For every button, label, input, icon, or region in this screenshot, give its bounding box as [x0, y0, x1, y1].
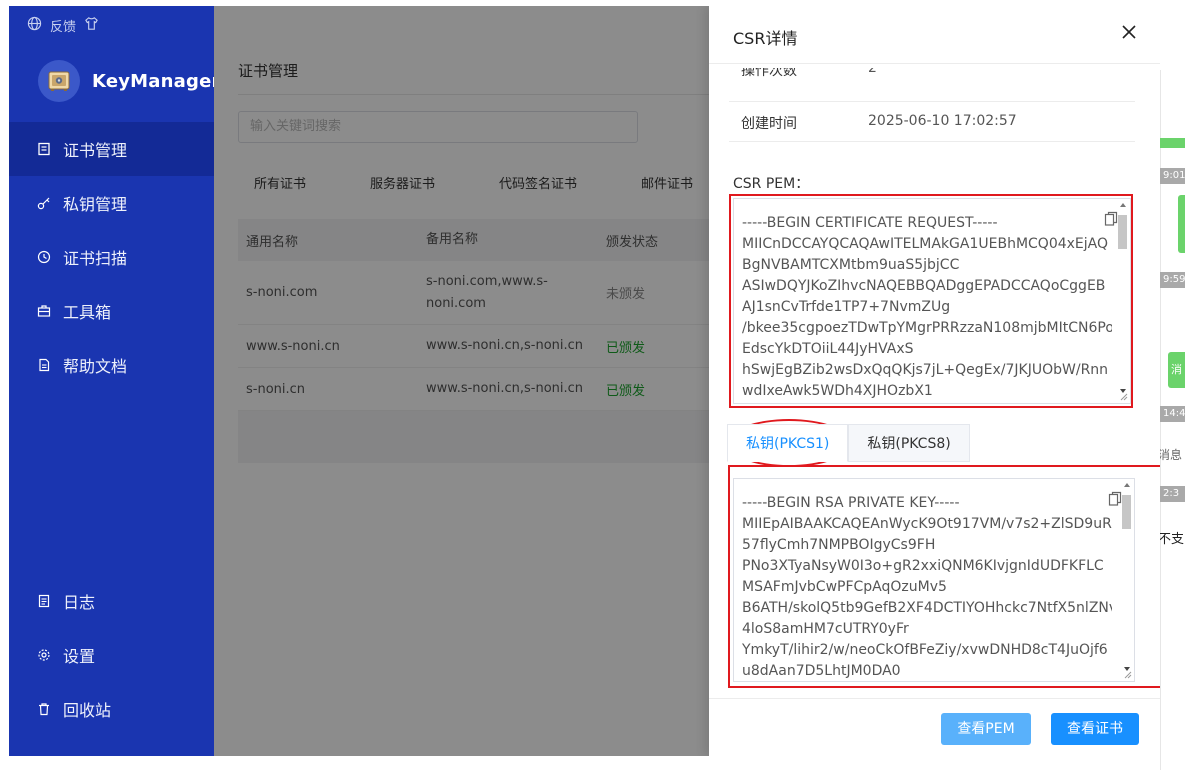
view-certificate-button[interactable]: 查看证书	[1051, 713, 1139, 745]
background-time-1: 9:01	[1160, 168, 1185, 184]
background-badge: 消	[1168, 352, 1185, 388]
code-line: -----BEGIN CERTIFICATE REQUEST-----	[742, 215, 998, 231]
safe-logo-icon	[38, 60, 80, 102]
scrollbar-thumb[interactable]	[1118, 215, 1127, 249]
certificate-icon	[38, 142, 50, 156]
toolbox-icon	[37, 305, 51, 317]
close-icon	[1122, 25, 1136, 39]
scroll-up-arrow[interactable]	[1120, 203, 1126, 207]
code-line: MSAFmJvbCwPFCpAqOzuMv5	[742, 579, 947, 595]
sidebar-item-toolbox[interactable]: 工具箱	[9, 284, 214, 338]
code-line: 4loS8amHM7cUTRY0yFr	[742, 621, 909, 637]
code-line: /bkee35cgpoezTDwTpYMgrPRRzzaN108mjbMItCN…	[742, 320, 1112, 336]
sidebar-item-help[interactable]: 帮助文档	[9, 338, 214, 392]
trash-icon	[39, 703, 49, 716]
info-row-created: 创建时间 2025-06-10 17:02:57	[729, 102, 1135, 142]
shirt-icon[interactable]	[84, 16, 99, 35]
info-value: 2	[868, 68, 877, 76]
code-line: BgNVBAMTCXMtbm9uaS5jbjCC	[742, 257, 960, 273]
drawer-title: CSR详情	[733, 29, 798, 48]
sidebar-item-private-keys[interactable]: 私钥管理	[9, 176, 214, 230]
brand: KeyManager	[38, 60, 221, 102]
sidebar-item-certificates[interactable]: 证书管理	[9, 122, 214, 176]
sidebar-nav: 证书管理 私钥管理 证书扫描 工具箱 帮助文档	[9, 122, 214, 392]
sidebar-item-label: 回收站	[63, 701, 112, 720]
tab-pkcs1[interactable]: 私钥(PKCS1)	[727, 424, 849, 462]
code-line: MIIEpAIBAAKCAQEAnWycK9Ot917VM/v7s2+ZlSD9…	[742, 516, 1112, 532]
sidebar-item-settings[interactable]: 设置	[9, 628, 214, 682]
globe-icon[interactable]	[27, 16, 42, 35]
code-line: hSwjEgBZib2wsDxQqQKjs7jL+QegEx/7JKJUObW/…	[742, 362, 1109, 378]
sidebar-item-label: 日志	[63, 593, 96, 612]
info-label: 操作次数	[741, 68, 797, 79]
sidebar-item-label: 私钥管理	[63, 195, 128, 214]
scroll-up-arrow[interactable]	[1124, 483, 1130, 487]
brand-name: KeyManager	[92, 70, 221, 92]
sidebar-topbar: 反馈	[27, 16, 99, 35]
sidebar-item-label: 证书管理	[63, 141, 128, 160]
csr-detail-drawer: CSR详情 操作次数 2 创建时间 2025-06-10 17:02:57 CS…	[709, 6, 1160, 756]
sidebar-item-label: 工具箱	[63, 303, 112, 322]
sidebar-item-label: 设置	[63, 647, 96, 666]
view-pem-button[interactable]: 查看PEM	[941, 713, 1031, 745]
feedback-link[interactable]: 反馈	[50, 16, 76, 35]
scrollbar-thumb[interactable]	[1122, 495, 1131, 529]
sidebar: 反馈 KeyManager 证书管理 私钥管理 证书扫描 工具箱 帮助文档 日志…	[9, 6, 220, 756]
background-time-2: 9:59	[1160, 272, 1185, 288]
drawer-footer: 查看PEM 查看证书	[709, 698, 1160, 756]
close-button[interactable]	[1121, 24, 1141, 44]
gear-icon	[38, 649, 50, 661]
copy-icon[interactable]	[1108, 491, 1122, 507]
modal-overlay[interactable]	[214, 6, 709, 756]
info-value: 2025-06-10 17:02:57	[868, 113, 1017, 129]
sidebar-item-label: 帮助文档	[63, 357, 128, 376]
background-progress	[1160, 138, 1185, 148]
code-line: -----BEGIN RSA PRIVATE KEY-----	[742, 495, 960, 511]
scrollbar[interactable]	[1122, 483, 1132, 677]
info-label: 创建时间	[741, 116, 797, 132]
resize-handle-icon[interactable]	[1120, 393, 1128, 401]
private-key-text: -----BEGIN RSA PRIVATE KEY----- MIIEpAIBA…	[742, 493, 1112, 681]
code-line: wdIxeAwk5WDh4XJHOzbX1	[742, 383, 933, 399]
drawer-header: CSR详情	[709, 6, 1160, 64]
code-line: B6ATH/skolQ5tb9GefB2XF4DCTIYOHhckc7NtfX5…	[742, 600, 1112, 616]
info-row-cut: 操作次数 2	[729, 68, 1135, 102]
sidebar-nav-bottom: 日志 设置 回收站	[9, 574, 214, 736]
sidebar-item-label: 证书扫描	[63, 249, 128, 268]
scrollbar[interactable]	[1118, 203, 1128, 399]
sidebar-item-logs[interactable]: 日志	[9, 574, 214, 628]
csr-pem-text: -----BEGIN CERTIFICATE REQUEST----- MIICn…	[742, 213, 1112, 402]
document-icon	[39, 358, 50, 372]
code-line: ASIwDQYJKoZIhvcNAQEBBQADggEPADCCAQoCggEB	[742, 278, 1106, 294]
background-unsupported: 不支	[1158, 532, 1185, 547]
key-icon	[37, 197, 50, 210]
code-line: AJ1snCvTrfde1TP7+7NvmZUg	[742, 299, 951, 315]
screen: 9:01 9:59 消 14:4 消息 2:3 不支 反馈 KeyManager	[0, 0, 1185, 770]
copy-icon[interactable]	[1104, 211, 1118, 227]
background-green-block	[1178, 195, 1185, 253]
private-key-tabs: 私钥(PKCS1) 私钥(PKCS8)	[727, 424, 970, 462]
background-msg: 消息	[1158, 448, 1183, 462]
code-line: PNo3XTyaNsyW0I3o+gR2xxiQNM6KIvjgnIdUDFKF…	[742, 558, 1104, 574]
log-icon	[38, 594, 50, 608]
code-line: EdscYkDTOiiL44JyHVAxS	[742, 341, 914, 357]
app-window: 反馈 KeyManager 证书管理 私钥管理 证书扫描 工具箱 帮助文档 日志…	[9, 6, 1160, 756]
background-time-4: 2:3	[1160, 486, 1185, 502]
csr-pem-label: CSR PEM：	[733, 176, 810, 192]
private-key-textarea[interactable]: -----BEGIN RSA PRIVATE KEY----- MIIEpAIBA…	[733, 478, 1135, 682]
tab-pkcs8[interactable]: 私钥(PKCS8)	[848, 424, 970, 462]
resize-handle-icon[interactable]	[1124, 671, 1132, 679]
code-line: u8dAan7D5LhtJM0DA0	[742, 663, 901, 679]
code-line: YmkyT/lihir2/w/neoCkOfBFeZiy/xvwDNHD8cT4…	[742, 642, 1108, 658]
scan-icon	[37, 250, 51, 264]
sidebar-item-recycle-bin[interactable]: 回收站	[9, 682, 214, 736]
code-line: 57flyCmh7NMPBOIgyCs9FH	[742, 537, 936, 553]
code-line: MIICnDCCAYQCAQAwITELMAkGA1UEBhMCQ04xEjAQ	[742, 236, 1109, 252]
csr-pem-textarea[interactable]: -----BEGIN CERTIFICATE REQUEST----- MIICn…	[733, 198, 1131, 404]
sidebar-item-scan[interactable]: 证书扫描	[9, 230, 214, 284]
background-time-3: 14:4	[1160, 406, 1185, 422]
